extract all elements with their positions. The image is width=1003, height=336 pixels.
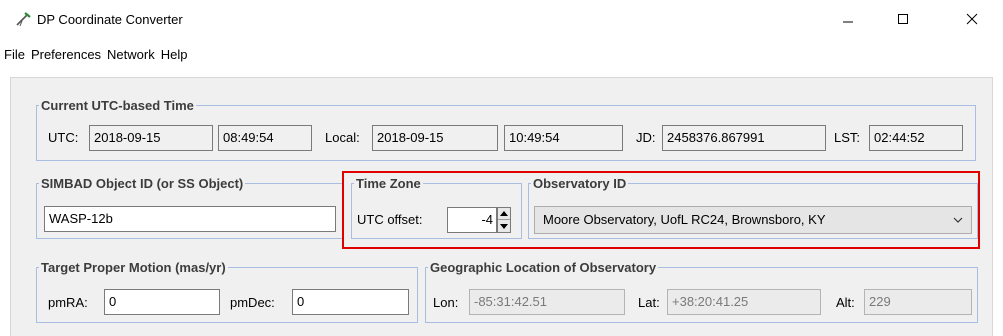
utc-offset-label: UTC offset:: [357, 212, 423, 227]
menu-network[interactable]: Network: [104, 44, 158, 66]
pmdec-label: pmDec:: [230, 295, 275, 310]
proper-motion-legend: Target Proper Motion (mas/yr): [41, 260, 226, 275]
pmdec-input[interactable]: 0: [292, 289, 409, 315]
lst-field: 02:44:52: [869, 125, 963, 151]
alt-field[interactable]: 229: [864, 289, 972, 315]
minimize-icon: [842, 13, 854, 28]
observatory-selected-value: Moore Observatory, UofL RC24, Brownsboro…: [543, 212, 826, 227]
menu-help[interactable]: Help: [158, 44, 191, 66]
maximize-icon: [897, 13, 909, 28]
geo-location-legend: Geographic Location of Observatory: [430, 260, 657, 275]
minimize-button[interactable]: [825, 0, 871, 40]
chevron-down-icon: [500, 223, 508, 229]
utc-label: UTC:: [48, 130, 79, 145]
lst-label: LST:: [834, 130, 861, 145]
jd-label: JD:: [636, 130, 656, 145]
utc-time-field: 08:49:54: [218, 125, 312, 151]
close-icon: [966, 13, 978, 28]
telescope-icon: [14, 10, 32, 28]
lon-label: Lon:: [433, 295, 459, 310]
menu-bar: File Preferences Network Help: [0, 44, 190, 66]
menu-file[interactable]: File: [0, 44, 28, 66]
utc-date-field: 2018-09-15: [89, 125, 213, 151]
pmra-label: pmRA:: [48, 295, 88, 310]
chevron-down-icon: [951, 207, 965, 233]
spin-up-button[interactable]: [498, 208, 510, 220]
local-label: Local:: [325, 130, 360, 145]
chevron-up-icon: [500, 211, 508, 216]
window-title: DP Coordinate Converter: [37, 12, 183, 27]
lat-label: Lat:: [638, 295, 660, 310]
alt-label: Alt:: [836, 295, 855, 310]
spin-down-button[interactable]: [498, 220, 510, 232]
menu-preferences[interactable]: Preferences: [28, 44, 104, 66]
maximize-button[interactable]: [880, 0, 926, 40]
simbad-legend: SIMBAD Object ID (or SS Object): [41, 176, 244, 191]
utc-offset-input[interactable]: -4: [447, 207, 497, 233]
simbad-object-input[interactable]: WASP-12b: [44, 206, 336, 232]
jd-field: 2458376.867991: [662, 125, 826, 151]
utc-time-legend: Current UTC-based Time: [41, 98, 194, 113]
lon-field[interactable]: -85:31:42.51: [469, 289, 625, 315]
title-bar: DP Coordinate Converter: [0, 0, 1003, 40]
local-date-field: 2018-09-15: [372, 125, 498, 151]
pmra-input[interactable]: 0: [104, 289, 220, 315]
utc-offset-spinner: [497, 207, 511, 233]
observatory-select[interactable]: Moore Observatory, UofL RC24, Brownsboro…: [534, 206, 972, 234]
timezone-legend: Time Zone: [356, 176, 421, 191]
lat-field[interactable]: +38:20:41.25: [667, 289, 821, 315]
observatory-legend: Observatory ID: [533, 176, 627, 191]
local-time-field: 10:49:54: [504, 125, 623, 151]
close-button[interactable]: [949, 0, 995, 40]
